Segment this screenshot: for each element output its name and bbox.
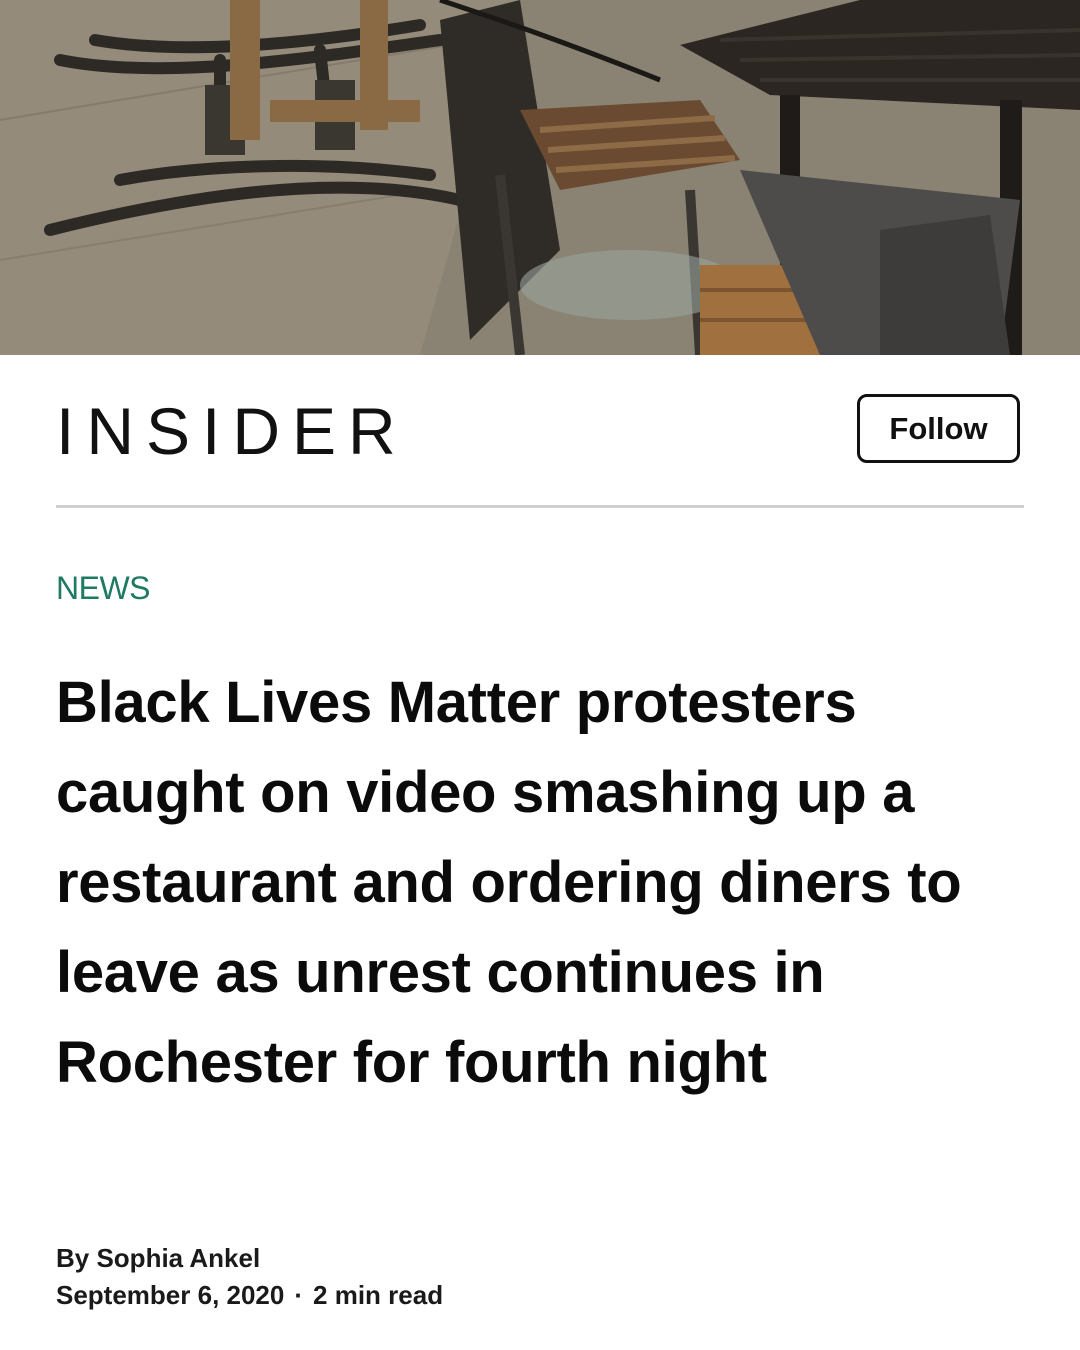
article-meta: September 6, 2020 · 2 min read [56,1277,443,1313]
meta-separator: · [294,1280,304,1310]
read-time: 2 min read [313,1280,444,1310]
publish-date: September 6, 2020 [56,1280,285,1310]
article-headline: Black Lives Matter protesters caught on … [56,670,962,1095]
restaurant-photo [0,0,1080,355]
brand-logo[interactable]: INSIDER [56,395,408,467]
article-card: INSIDER Follow NEWS Black Lives Matter p… [0,0,1080,1350]
section-label[interactable]: NEWS [56,568,151,608]
header-divider [56,505,1024,508]
follow-button[interactable]: Follow [857,394,1020,463]
author-byline[interactable]: By Sophia Ankel [56,1240,260,1276]
hero-image [0,0,1080,355]
